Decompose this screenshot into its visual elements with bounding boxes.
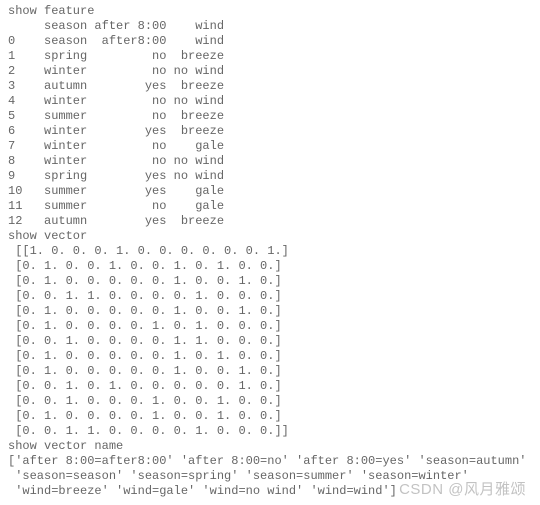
vector-row-11: [0. 1. 0. 0. 0. 0. 1. 0. 0. 1. 0. 0.]	[8, 409, 532, 424]
feature-row-11: 11 summer no gale	[8, 199, 532, 214]
feature-row-6: 6 winter yes breeze	[8, 124, 532, 139]
feature-row-5: 5 summer no breeze	[8, 109, 532, 124]
vector-row-12: [0. 0. 1. 1. 0. 0. 0. 0. 1. 0. 0. 0.]]	[8, 424, 532, 439]
names-heading: show vector name	[8, 439, 532, 454]
vector-row-8: [0. 1. 0. 0. 0. 0. 0. 1. 0. 0. 1. 0.]	[8, 364, 532, 379]
feature-heading: show feature	[8, 4, 532, 19]
vector-row-0: [[1. 0. 0. 0. 1. 0. 0. 0. 0. 0. 0. 1.]	[8, 244, 532, 259]
feature-row-0: 0 season after8:00 wind	[8, 34, 532, 49]
vector-row-4: [0. 1. 0. 0. 0. 0. 0. 1. 0. 0. 1. 0.]	[8, 304, 532, 319]
vector-row-1: [0. 1. 0. 0. 1. 0. 0. 1. 0. 1. 0. 0.]	[8, 259, 532, 274]
vector-row-9: [0. 0. 1. 0. 1. 0. 0. 0. 0. 0. 1. 0.]	[8, 379, 532, 394]
vector-row-2: [0. 1. 0. 0. 0. 0. 0. 1. 0. 0. 1. 0.]	[8, 274, 532, 289]
feature-row-12: 12 autumn yes breeze	[8, 214, 532, 229]
vector-row-10: [0. 0. 1. 0. 0. 0. 1. 0. 0. 1. 0. 0.]	[8, 394, 532, 409]
feature-columns: season after 8:00 wind	[8, 19, 532, 34]
feature-row-2: 2 winter no no wind	[8, 64, 532, 79]
feature-row-9: 9 spring yes no wind	[8, 169, 532, 184]
feature-row-3: 3 autumn yes breeze	[8, 79, 532, 94]
vector-row-6: [0. 0. 1. 0. 0. 0. 0. 1. 1. 0. 0. 0.]	[8, 334, 532, 349]
vector-row-7: [0. 1. 0. 0. 0. 0. 0. 1. 0. 1. 0. 0.]	[8, 349, 532, 364]
vector-heading: show vector	[8, 229, 532, 244]
console-output: show feature season after 8:00 wind0 sea…	[8, 4, 532, 499]
feature-row-1: 1 spring no breeze	[8, 49, 532, 64]
feature-row-7: 7 winter no gale	[8, 139, 532, 154]
feature-row-4: 4 winter no no wind	[8, 94, 532, 109]
feature-row-10: 10 summer yes gale	[8, 184, 532, 199]
feature-row-8: 8 winter no no wind	[8, 154, 532, 169]
names-line-2: 'wind=breeze' 'wind=gale' 'wind=no wind'…	[8, 484, 532, 499]
names-line-0: ['after 8:00=after8:00' 'after 8:00=no' …	[8, 454, 532, 469]
names-line-1: 'season=season' 'season=spring' 'season=…	[8, 469, 532, 484]
vector-row-3: [0. 0. 1. 1. 0. 0. 0. 0. 1. 0. 0. 0.]	[8, 289, 532, 304]
vector-row-5: [0. 1. 0. 0. 0. 0. 1. 0. 1. 0. 0. 0.]	[8, 319, 532, 334]
